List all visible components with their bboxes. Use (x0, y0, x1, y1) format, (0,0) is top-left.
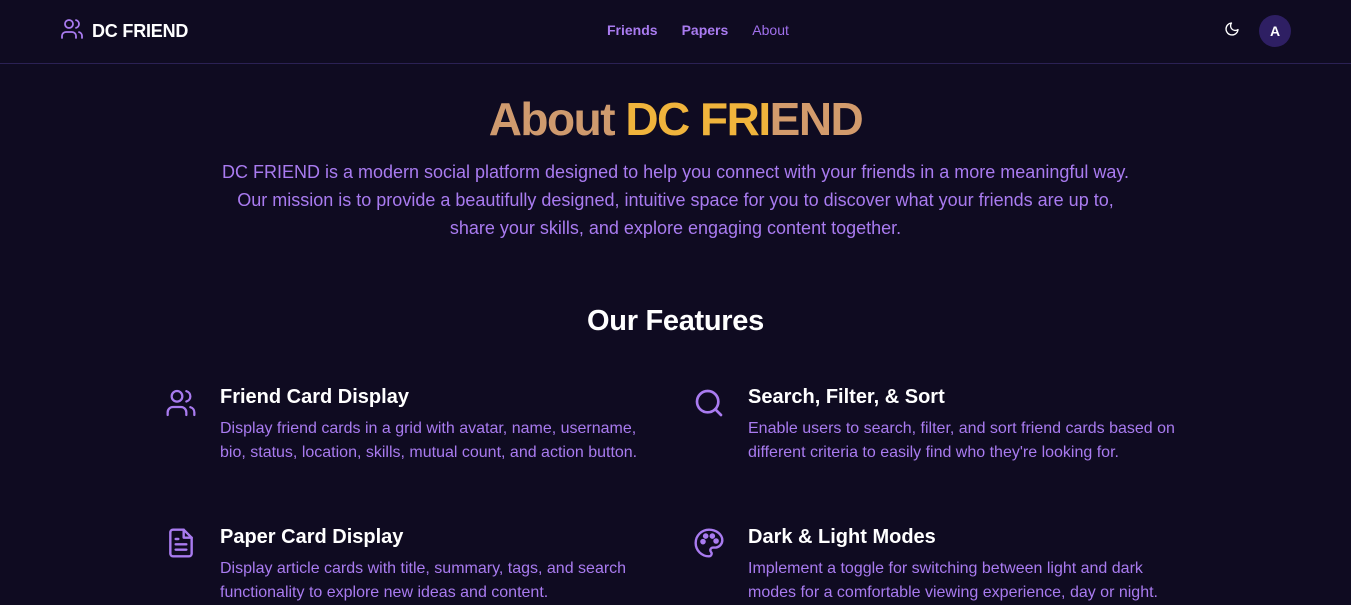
intro-paragraph: DC FRIEND is a modern social platform de… (221, 162, 1130, 238)
title-part-brand-b: END (769, 93, 864, 145)
features-heading: Our Features (587, 305, 764, 337)
nav-link-papers[interactable]: Papers (682, 22, 729, 38)
feature-description: Display article cards with title, summar… (220, 560, 627, 601)
feature-title: Paper Card Display (220, 526, 404, 548)
users-icon (60, 17, 84, 46)
nav-link-about[interactable]: About (752, 22, 789, 38)
user-avatar[interactable]: A (1259, 15, 1291, 47)
page-title: About DC FRIEND (0, 92, 1351, 146)
top-navbar: DC FRIEND Friends Papers About A (0, 0, 1351, 64)
title-part-brand-a: DC FRI (625, 93, 771, 145)
users-icon (165, 387, 197, 419)
main-nav: Friends Papers About (607, 22, 789, 38)
document-icon (165, 527, 197, 559)
nav-link-friends[interactable]: Friends (607, 22, 658, 38)
theme-toggle-button[interactable] (1220, 19, 1244, 43)
feature-title: Dark & Light Modes (748, 526, 936, 548)
search-icon (693, 387, 725, 419)
feature-title: Search, Filter, & Sort (748, 386, 945, 408)
moon-icon (1224, 21, 1240, 42)
feature-description: Display friend cards in a grid with avat… (220, 420, 638, 461)
brand-name: DC FRIEND (92, 20, 189, 41)
title-part-about: About (488, 93, 626, 145)
feature-title: Friend Card Display (220, 386, 409, 408)
feature-description: Implement a toggle for switching between… (748, 560, 1158, 601)
brand-logo-link[interactable]: DC FRIEND (60, 18, 188, 44)
palette-icon (693, 527, 725, 559)
feature-description: Enable users to search, filter, and sort… (748, 420, 1175, 461)
